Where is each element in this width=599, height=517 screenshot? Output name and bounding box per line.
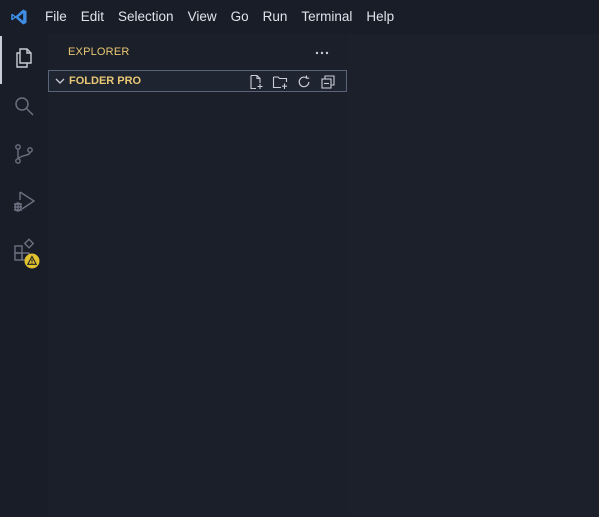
explorer-sidebar: EXPLORER FOLDER PRO (48, 34, 348, 517)
refresh-icon[interactable] (292, 72, 316, 91)
new-folder-icon[interactable] (268, 72, 292, 91)
collapse-all-icon[interactable] (316, 72, 340, 91)
menu-view[interactable]: View (181, 0, 224, 34)
source-control-icon (12, 142, 36, 171)
activity-bar (0, 34, 48, 517)
activity-explorer[interactable] (0, 36, 48, 84)
folder-name: FOLDER PRO (69, 75, 142, 87)
menu-run[interactable]: Run (256, 0, 295, 34)
menu-bar: File Edit Selection View Go Run Terminal… (38, 0, 401, 34)
menu-selection[interactable]: Selection (111, 0, 181, 34)
activity-extensions[interactable] (0, 228, 48, 276)
activity-search[interactable] (0, 84, 48, 132)
files-icon (12, 46, 36, 75)
search-icon (12, 94, 36, 123)
menu-file[interactable]: File (38, 0, 74, 34)
title-bar: File Edit Selection View Go Run Terminal… (0, 0, 599, 34)
menu-edit[interactable]: Edit (74, 0, 111, 34)
vscode-logo-icon (0, 0, 38, 34)
warning-icon (24, 253, 40, 274)
editor-area (348, 34, 599, 517)
activity-source-control[interactable] (0, 132, 48, 180)
more-actions-icon[interactable] (310, 42, 334, 64)
menu-go[interactable]: Go (224, 0, 256, 34)
menu-help[interactable]: Help (359, 0, 401, 34)
menu-terminal[interactable]: Terminal (294, 0, 359, 34)
activity-run-debug[interactable] (0, 180, 48, 228)
sidebar-title: EXPLORER (68, 46, 130, 58)
folder-actions (244, 72, 340, 91)
run-debug-icon (11, 189, 37, 220)
new-file-icon[interactable] (244, 72, 268, 91)
chevron-down-icon (51, 75, 69, 87)
folder-header[interactable]: FOLDER PRO (48, 70, 347, 92)
